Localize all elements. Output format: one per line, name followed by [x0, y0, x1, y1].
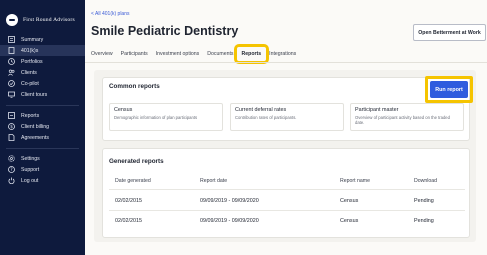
- column-header-report-date: Report date: [200, 178, 228, 184]
- users-icon: [8, 69, 15, 76]
- sidebar-item-agreements[interactable]: Agreements: [0, 132, 85, 143]
- cell-date-generated: 02/02/2015: [115, 218, 142, 224]
- sidebar-item-label: Client tours: [21, 91, 48, 98]
- page-title: Smile Pediatric Dentistry: [91, 24, 239, 38]
- sidebar-item-label: 401(k)s: [21, 47, 39, 54]
- brand-logo-icon: [6, 14, 18, 26]
- report-option-deferral-rates[interactable]: Current deferral rates Contribution rate…: [230, 103, 344, 131]
- help-icon: ?: [8, 166, 15, 173]
- sidebar-item-label: Settings: [21, 155, 40, 162]
- report-option-participant-master[interactable]: Participant master Overview of participa…: [350, 103, 464, 131]
- report-option-name: Census: [114, 107, 133, 113]
- column-header-date-generated: Date generated: [115, 178, 151, 184]
- cell-report-date: 09/09/2019 - 09/09/2020: [200, 198, 259, 204]
- sidebar-item-label: Agreements: [21, 134, 49, 141]
- sidebar-divider: [6, 148, 79, 149]
- column-header-download: Download: [414, 178, 438, 184]
- row-divider: [109, 189, 465, 190]
- row-divider: [109, 210, 465, 211]
- report-option-desc: Overview of participant activity based o…: [355, 115, 450, 126]
- sidebar-item-label: Client billing: [21, 123, 49, 130]
- report-option-name: Current deferral rates: [235, 107, 287, 113]
- sidebar-item-label: Reports: [21, 112, 40, 119]
- sidebar-item-label: Co-pilot: [21, 80, 39, 87]
- tab-reports[interactable]: Reports: [233, 44, 270, 64]
- sidebar: First Round Advisors Summary 401(k)s Por…: [0, 0, 85, 255]
- brand[interactable]: First Round Advisors: [6, 14, 75, 26]
- sidebar-item-clients[interactable]: Clients: [0, 67, 85, 78]
- monitor-icon: [8, 91, 15, 98]
- gear-icon: [8, 155, 15, 162]
- sidebar-item-settings[interactable]: Settings: [0, 153, 85, 164]
- cell-report-name: Census: [340, 198, 359, 204]
- tab-overview[interactable]: Overview: [91, 48, 117, 60]
- cell-download-status: Pending: [414, 198, 434, 204]
- cell-date-generated: 02/02/2015: [115, 198, 142, 204]
- run-report-button[interactable]: Run report: [430, 81, 468, 98]
- tab-documents[interactable]: Documents: [203, 48, 237, 60]
- generated-reports-title: Generated reports: [109, 158, 164, 165]
- document-icon: [8, 134, 15, 141]
- doc-icon: [8, 47, 15, 54]
- sidebar-item-copilot[interactable]: Co-pilot: [0, 78, 85, 89]
- sidebar-item-label: Clients: [21, 69, 37, 76]
- check-circle-icon: [8, 80, 15, 87]
- common-reports-title: Common reports: [109, 83, 160, 90]
- sidebar-item-logout[interactable]: Log out: [0, 175, 85, 186]
- report-option-name: Participant master: [355, 107, 399, 113]
- sidebar-item-label: Summary: [21, 36, 44, 43]
- sidebar-item-label: Portfolios: [21, 58, 43, 65]
- sidebar-item-client-tours[interactable]: Client tours: [0, 89, 85, 100]
- report-option-census[interactable]: Census Demographic information of plan p…: [109, 103, 223, 131]
- brand-name: First Round Advisors: [23, 17, 75, 23]
- tab-integrations[interactable]: Integrations: [265, 48, 300, 60]
- cell-report-name: Census: [340, 218, 359, 224]
- cell-download-status: Pending: [414, 218, 434, 224]
- sidebar-divider: [6, 105, 79, 106]
- report-option-desc: Contribution rates of participants.: [235, 115, 297, 120]
- sidebar-item-label: Log out: [21, 177, 39, 184]
- summary-icon: [8, 36, 15, 43]
- dollar-icon: $: [8, 123, 15, 130]
- sidebar-item-summary[interactable]: Summary: [0, 34, 85, 45]
- power-icon: [8, 177, 15, 184]
- tabs-divider: [85, 62, 487, 63]
- sidebar-item-client-billing[interactable]: $ Client billing: [0, 121, 85, 132]
- clock-icon: [8, 58, 15, 65]
- sidebar-item-label: Support: [21, 166, 40, 173]
- open-betterment-button[interactable]: Open Betterment at Work: [413, 24, 486, 41]
- main-content: < All 401(k) plans Smile Pediatric Denti…: [85, 0, 487, 255]
- run-report-highlight: Run report: [425, 76, 473, 103]
- report-option-desc: Demographic information of plan particip…: [114, 115, 198, 120]
- sidebar-item-401ks[interactable]: 401(k)s: [0, 45, 85, 56]
- sidebar-item-support[interactable]: ? Support: [0, 164, 85, 175]
- tab-participants[interactable]: Participants: [117, 48, 152, 60]
- cell-report-date: 09/09/2019 - 09/09/2020: [200, 218, 259, 224]
- tab-investment-options[interactable]: Investment options: [152, 48, 204, 60]
- tab-bar: Overview Participants Investment options…: [91, 44, 300, 64]
- sidebar-item-reports[interactable]: Reports: [0, 110, 85, 121]
- breadcrumb[interactable]: < All 401(k) plans: [91, 11, 130, 17]
- svg-text:$: $: [10, 124, 13, 130]
- column-header-report-name: Report name: [340, 178, 370, 184]
- sidebar-item-portfolios[interactable]: Portfolios: [0, 56, 85, 67]
- reports-icon: [8, 112, 15, 119]
